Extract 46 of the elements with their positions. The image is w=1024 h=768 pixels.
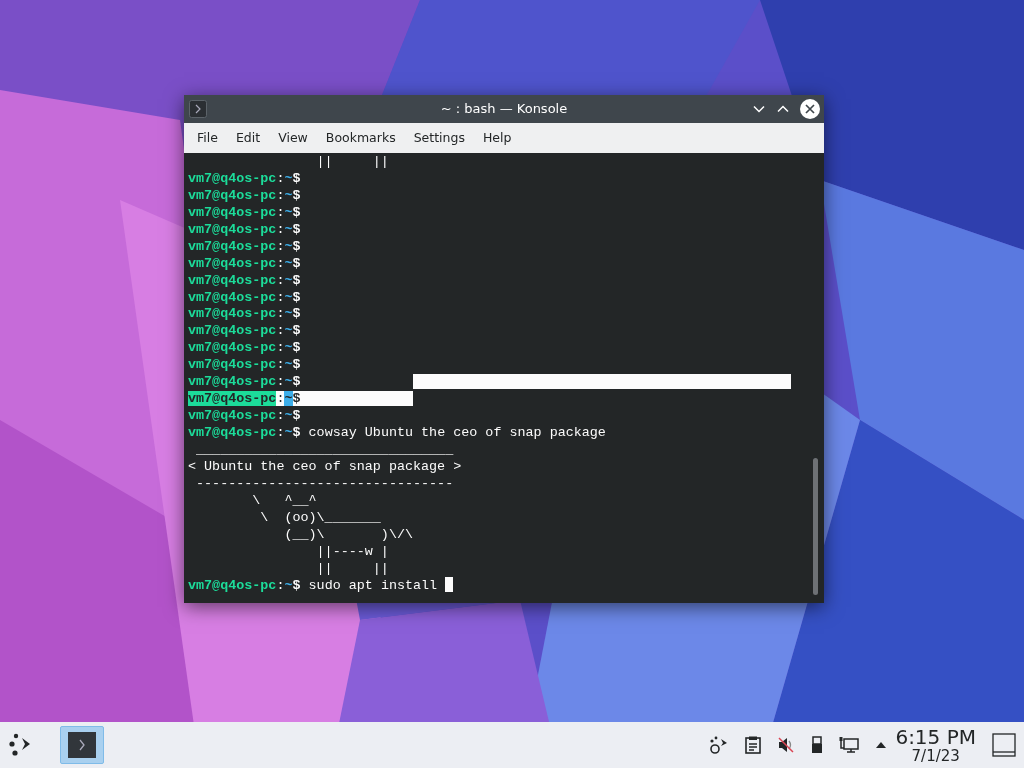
- terminal-line: vm7@q4os-pc:~$: [187, 408, 301, 425]
- wired-network-icon[interactable]: [839, 736, 860, 754]
- terminal-line: vm7@q4os-pc:~$: [187, 306, 301, 324]
- usb-drive-icon[interactable]: [811, 736, 824, 754]
- terminal-line: (__)\ )\/\: [283, 526, 413, 544]
- menu-item[interactable]: Edit: [226, 123, 270, 153]
- scrollbar[interactable]: [813, 458, 818, 595]
- terminal-icon: [68, 732, 96, 758]
- terminal-line: vm7@q4os-pc:~$ cowsay Ubuntu the ceo of snap package: [187, 425, 606, 442]
- menu-item[interactable]: Help: [473, 123, 521, 153]
- terminal-line: < Ubuntu the ceo of snap package >: [187, 458, 462, 476]
- clipboard-icon[interactable]: [745, 736, 762, 754]
- muted-speaker-icon[interactable]: [777, 736, 796, 754]
- terminal-line: || ||: [315, 560, 389, 578]
- terminal-line: --------------------------------: [195, 475, 454, 493]
- menu-item[interactable]: Bookmarks: [316, 123, 405, 153]
- terminal-line: \ ^__^: [251, 492, 317, 510]
- show-desktop-button[interactable]: [992, 733, 1016, 757]
- terminal-line: vm7@q4os-pc:~$: [187, 323, 301, 341]
- terminal-line: vm7@q4os-pc:~$: [187, 204, 301, 222]
- terminal-line: vm7@q4os-pc:~$: [187, 357, 301, 375]
- window-title: ~ : bash — Konsole: [440, 100, 568, 118]
- terminal-line: vm7@q4os-pc:~$: [187, 187, 301, 205]
- terminal-icon: [189, 100, 207, 118]
- terminal-line: vm7@q4os-pc:~$: [187, 221, 301, 239]
- menu-item[interactable]: File: [188, 123, 227, 153]
- terminal-line: ||----w |: [315, 543, 389, 561]
- terminal-line: vm7@q4os-pc:~$: [187, 238, 301, 256]
- terminal-line: vm7@q4os-pc:~$: [187, 289, 301, 307]
- terminal-line: || ||: [315, 154, 389, 171]
- menu-item[interactable]: Settings: [404, 123, 474, 153]
- clock[interactable]: 6:15 PM 7/1/23: [895, 726, 976, 764]
- menu-item[interactable]: View: [269, 123, 317, 153]
- terminal-line: vm7@q4os-pc:~$: [187, 255, 301, 273]
- terminal-line: \ (oo)\_______: [259, 509, 381, 527]
- clock-time: 6:15 PM: [895, 726, 976, 748]
- terminal-line: vm7@q4os-pc:~$: [187, 272, 301, 290]
- close-button[interactable]: [799, 98, 821, 120]
- terminal-line: vm7@q4os-pc:~$: [187, 340, 301, 358]
- terminal-line: vm7@q4os-pc:~$: [187, 170, 301, 188]
- terminal-line: vm7@q4os-pc:~$: [184, 391, 414, 409]
- task-button[interactable]: [60, 726, 104, 764]
- expand-arrow-icon[interactable]: [875, 741, 888, 749]
- clock-date: 7/1/23: [911, 748, 960, 764]
- terminal-line: ________________________________: [195, 441, 454, 459]
- terminal-line: vm7@q4os-pc:~$ sudo apt install: [184, 577, 454, 595]
